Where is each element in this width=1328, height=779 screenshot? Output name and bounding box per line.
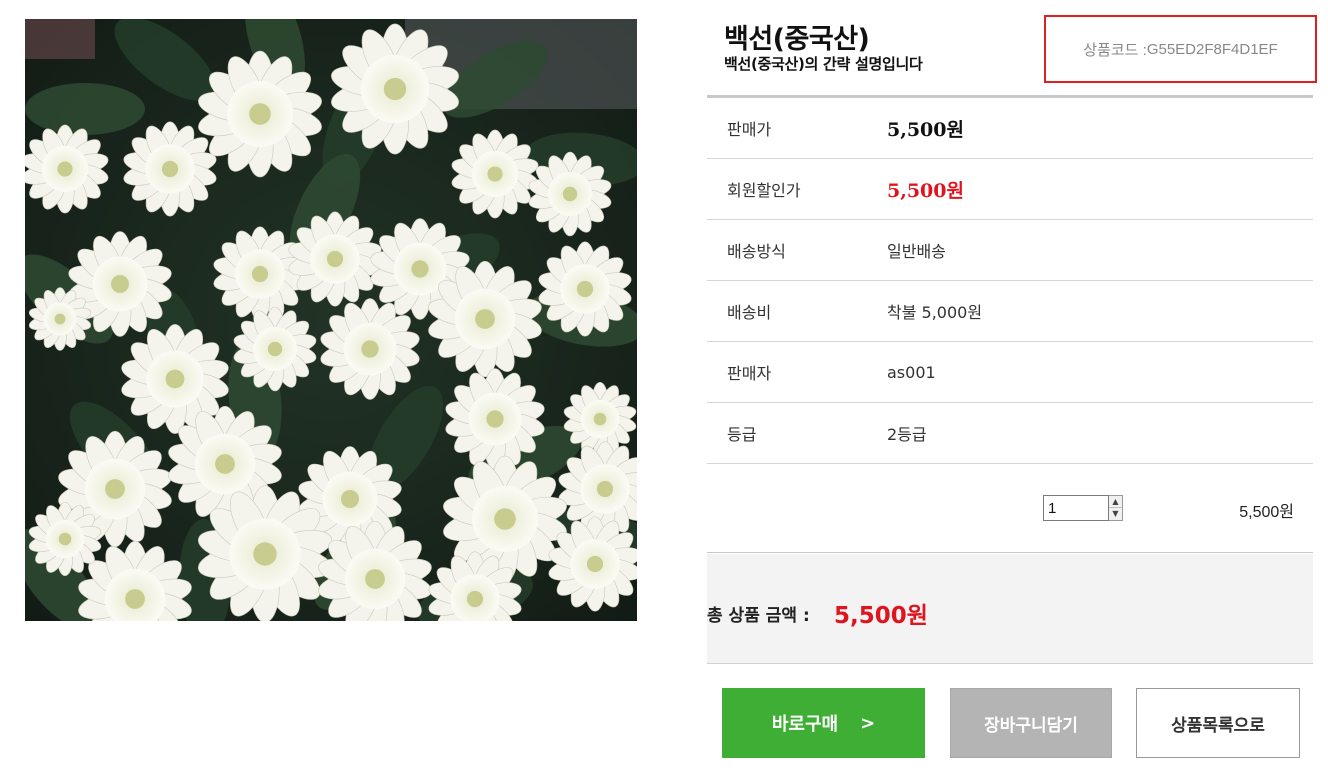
member-price-value: 5,500원 [887, 179, 964, 202]
product-code-box: 상품코드 : G55ED2F8F4D1EF [1044, 15, 1317, 83]
product-code-label: 상품코드 : [1083, 41, 1147, 59]
quantity-row: ▲ ▼ 5,500원 [707, 464, 1313, 553]
info-row-shipping-method: 배송방식 일반배송 [707, 220, 1313, 281]
info-row-shipping-fee: 배송비 착불 5,000원 [707, 281, 1313, 342]
product-image [25, 19, 637, 621]
buy-now-button[interactable]: 바로구매 > [722, 688, 925, 758]
back-to-list-button[interactable]: 상품목록으로 [1136, 688, 1300, 758]
info-label: 배송방식 [727, 242, 786, 261]
quantity-spinner[interactable]: ▲ ▼ [1109, 495, 1123, 521]
total-value: 5,500원 [834, 603, 928, 629]
info-label: 판매자 [727, 364, 772, 383]
quantity-input[interactable] [1043, 495, 1109, 521]
shipping-method-value: 일반배송 [887, 242, 946, 261]
info-label: 등급 [727, 425, 757, 444]
info-row-grade: 등급 2등급 [707, 403, 1313, 464]
info-label: 회원할인가 [727, 181, 801, 200]
spinner-down-icon[interactable]: ▼ [1109, 508, 1122, 520]
price-value: 5,500원 [887, 118, 964, 141]
add-to-cart-button[interactable]: 장바구니담기 [950, 688, 1112, 758]
info-row-seller: 판매자 as001 [707, 342, 1313, 403]
info-row-price: 판매가 5,500원 [707, 98, 1313, 159]
product-description: 백선(중국산)의 간략 설명입니다 [724, 55, 923, 73]
info-label: 판매가 [727, 120, 772, 139]
total-price-box: 총 상품 금액 : 5,500원 [707, 554, 1313, 664]
seller-value: as001 [887, 362, 936, 382]
product-detail-page: 백선(중국산) 백선(중국산)의 간략 설명입니다 상품코드 : G55ED2F… [0, 0, 1328, 779]
shipping-fee-value: 착불 5,000원 [887, 303, 983, 322]
spinner-up-icon[interactable]: ▲ [1109, 496, 1122, 508]
product-info-table: 판매가 5,500원 회원할인가 5,500원 배송방식 일반배송 배송비 착불… [707, 95, 1313, 464]
info-label: 배송비 [727, 303, 772, 322]
total-label: 총 상품 금액 : [707, 606, 810, 626]
leaf-shape [25, 83, 145, 135]
info-row-member-price: 회원할인가 5,500원 [707, 159, 1313, 220]
product-title: 백선(중국산) [724, 24, 870, 55]
line-price: 5,500원 [1239, 504, 1294, 521]
chevron-right-icon: > [860, 712, 876, 734]
chrysanthemum-photo [25, 19, 637, 621]
buy-now-label: 바로구매 [771, 714, 839, 735]
grade-value: 2등급 [887, 425, 927, 444]
product-code-value: G55ED2F8F4D1EF [1146, 40, 1278, 58]
